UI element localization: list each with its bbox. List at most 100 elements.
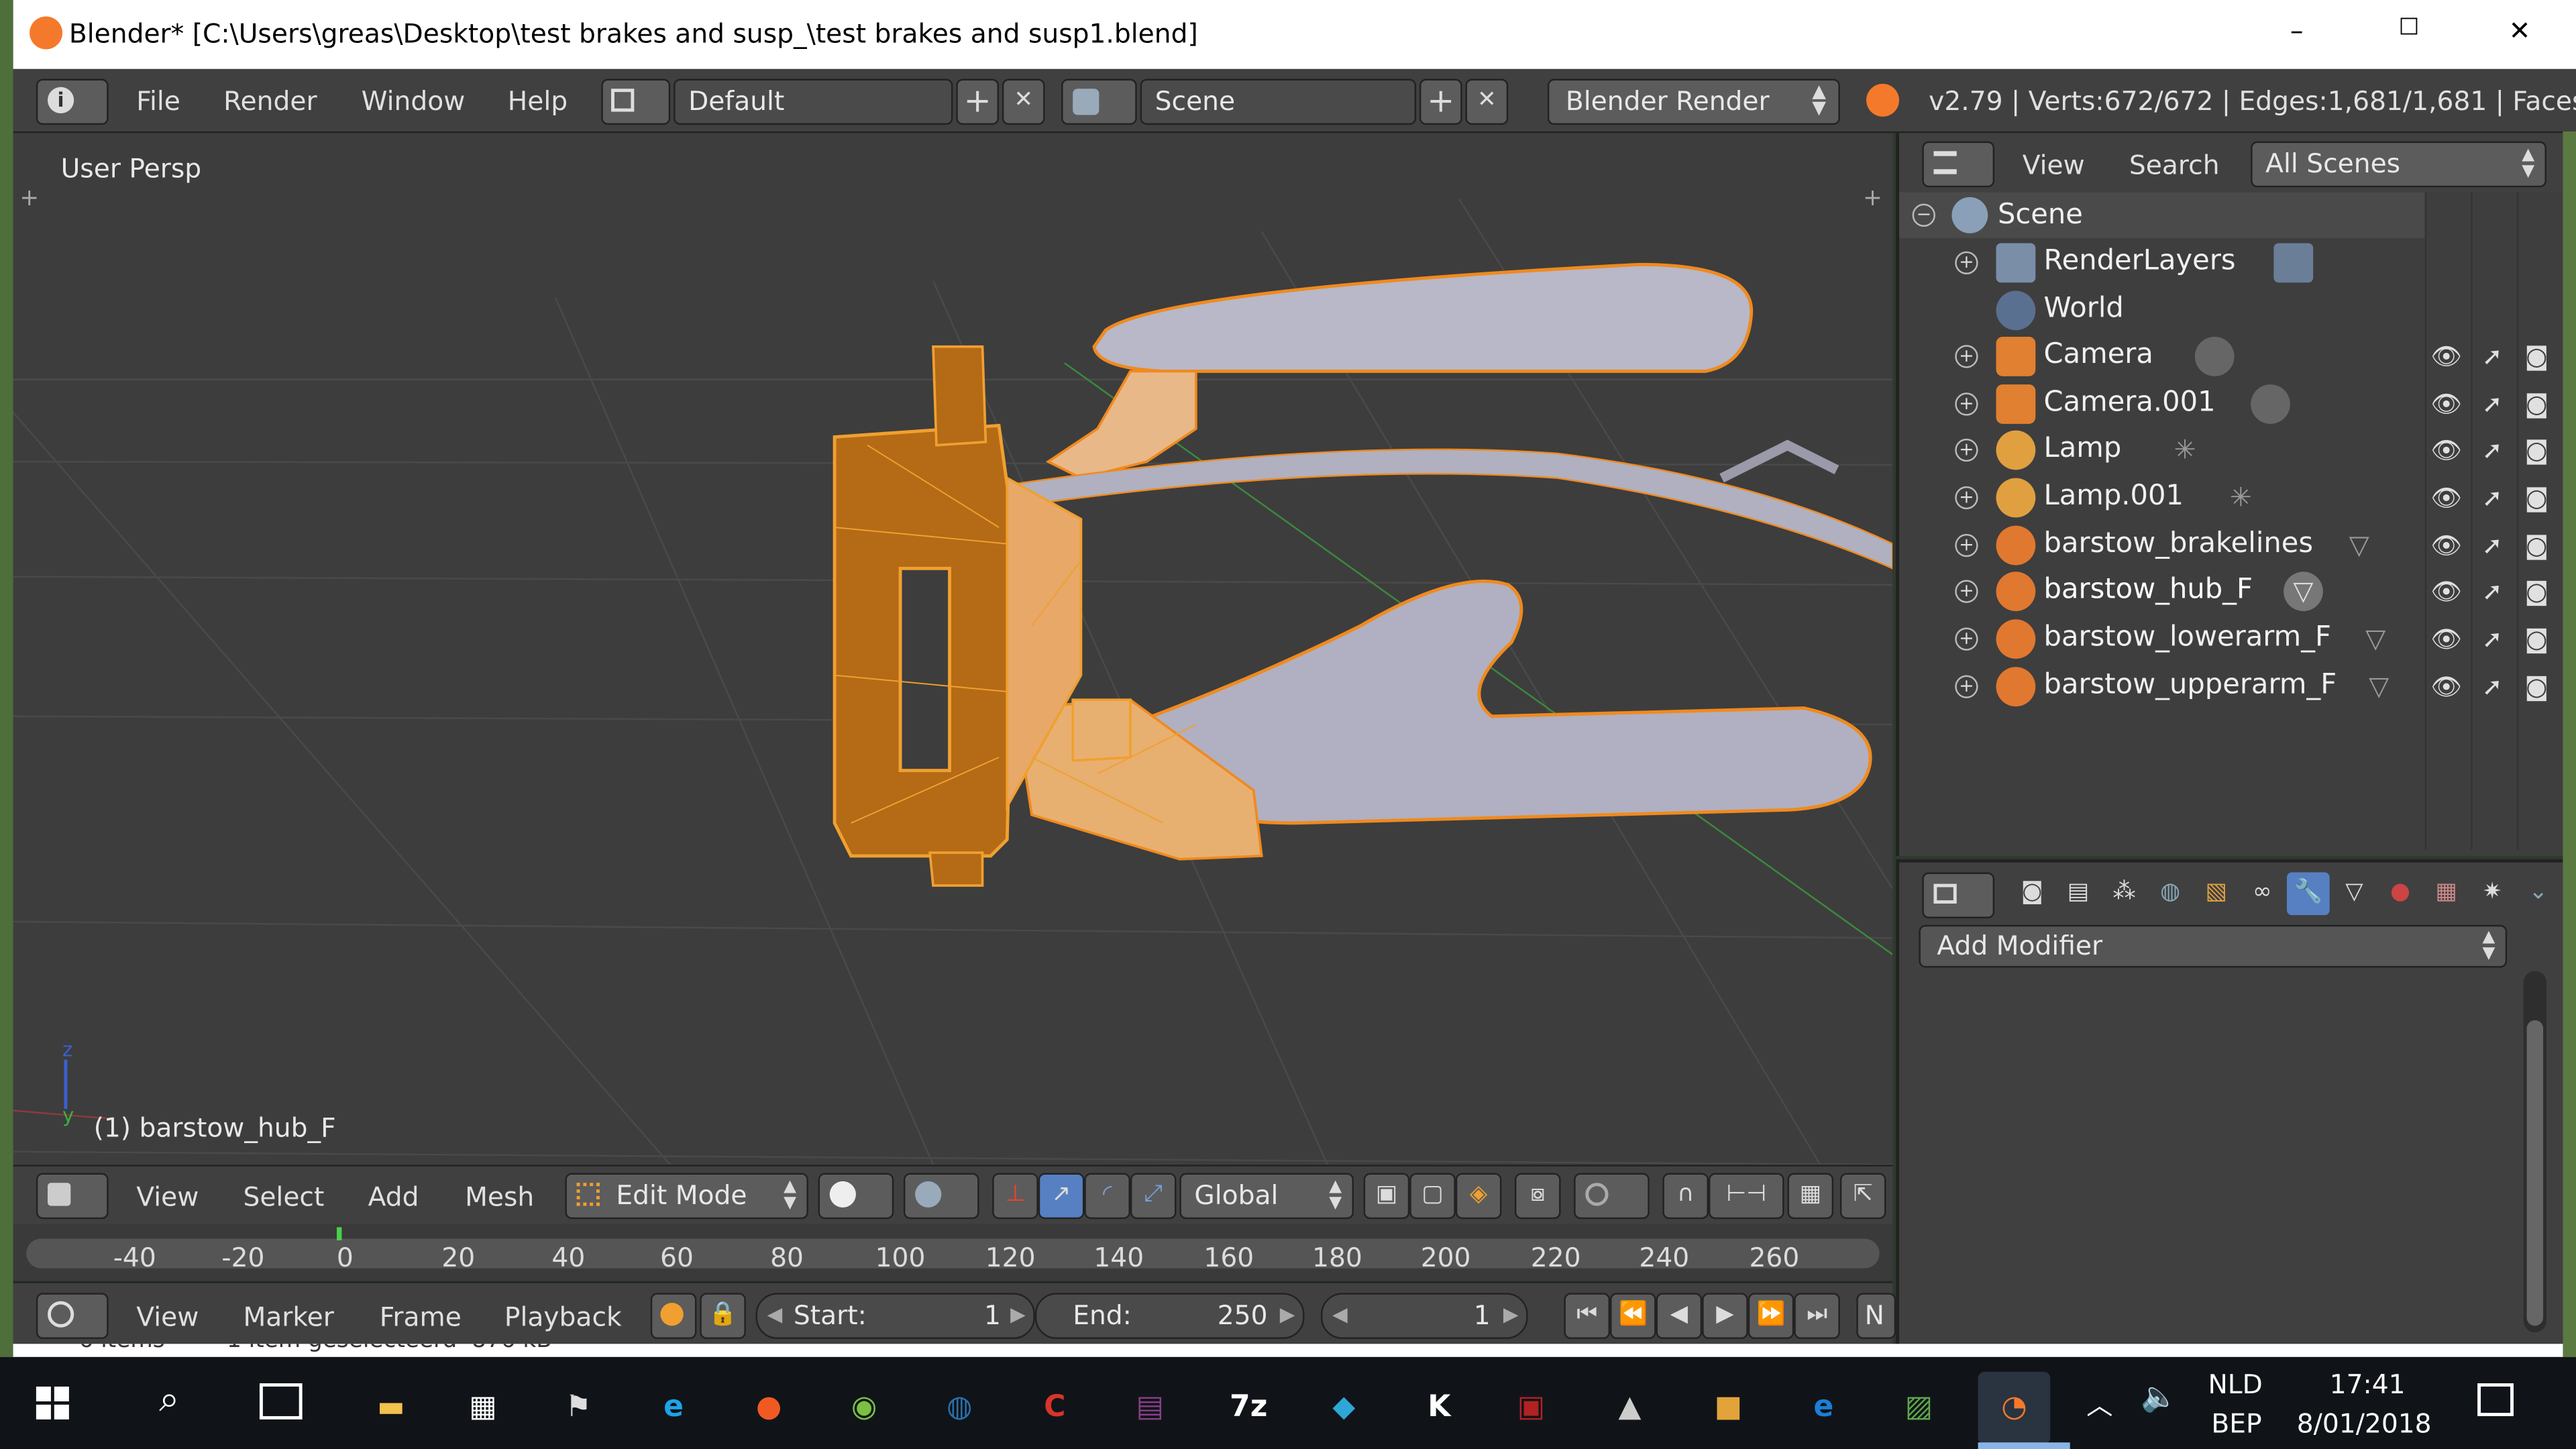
menu-view[interactable]: View: [136, 1301, 199, 1333]
render-engine-select[interactable]: Blender Render ▲ ▼: [1547, 78, 1840, 125]
windows-start-icon[interactable]: [36, 1386, 69, 1419]
add-modifier-select[interactable]: Add Modifier ▲ ▼: [1919, 924, 2508, 968]
modifiers-tab-wrench-icon[interactable]: 🔧: [2287, 872, 2330, 916]
scroll-thumb[interactable]: [2526, 1020, 2544, 1326]
jump-keyframe-forward-button[interactable]: ⏩: [1748, 1293, 1794, 1339]
end-frame-field[interactable]: End: 250 ▶: [1034, 1293, 1305, 1339]
selectable-cursor-icon[interactable]: ➚: [2474, 621, 2510, 657]
snap-toggle-button[interactable]: ∩: [1662, 1173, 1709, 1220]
keyboard-layout-indicator[interactable]: BEP: [2211, 1408, 2261, 1440]
timeline-scrollbar[interactable]: [26, 1238, 1880, 1269]
renderable-camera-icon[interactable]: ◙: [2518, 386, 2555, 423]
menu-add[interactable]: Add: [368, 1181, 419, 1213]
selectable-cursor-icon[interactable]: ➚: [2474, 432, 2510, 468]
menu-window[interactable]: Window: [362, 85, 466, 117]
editor-type-3d-button[interactable]: [36, 1173, 109, 1220]
opengl-render-button[interactable]: ▦: [1787, 1173, 1834, 1220]
visibility-eye-icon[interactable]: 👁: [2428, 386, 2465, 423]
close-button[interactable]: ✕: [2509, 15, 2531, 46]
edge-select-button[interactable]: ▢: [1409, 1173, 1456, 1220]
jump-start-button[interactable]: ⏮: [1564, 1293, 1611, 1339]
snap-element-select[interactable]: ⊢⊣: [1708, 1173, 1784, 1220]
ccleaner-icon[interactable]: C: [1018, 1372, 1091, 1444]
store-icon[interactable]: ▦: [447, 1372, 519, 1444]
face-select-button[interactable]: ◈: [1455, 1173, 1502, 1220]
maximize-button[interactable]: ☐: [2399, 15, 2420, 41]
start-frame-field[interactable]: ◀ Start: 1 ▶: [755, 1293, 1035, 1339]
current-frame-field[interactable]: ◀ 1 ▶: [1320, 1293, 1528, 1339]
razer-icon[interactable]: ◉: [828, 1372, 900, 1444]
visibility-eye-icon[interactable]: 👁: [2428, 432, 2465, 468]
jump-end-button[interactable]: ⏭: [1794, 1293, 1840, 1339]
outliner-item-world[interactable]: World: [1906, 288, 2422, 334]
corsair-icon[interactable]: ⚑: [542, 1372, 614, 1444]
file-explorer-icon[interactable]: ▬: [355, 1372, 427, 1444]
kodi-icon[interactable]: ◆: [1307, 1372, 1380, 1444]
expand-icon[interactable]: +: [1955, 438, 1978, 462]
editor-type-outliner-button[interactable]: [1922, 141, 1995, 188]
action-center-icon[interactable]: [2477, 1383, 2514, 1417]
menu-render[interactable]: Render: [223, 85, 317, 117]
clock-time[interactable]: 17:41: [2330, 1368, 2406, 1400]
origin-icon[interactable]: ●: [733, 1372, 805, 1444]
scene-name-field[interactable]: Scene: [1140, 78, 1417, 125]
keying-set-button[interactable]: N: [1856, 1293, 1896, 1339]
search-icon[interactable]: ⌕: [148, 1380, 191, 1423]
aorus-icon[interactable]: ▲: [1594, 1372, 1666, 1444]
menu-file[interactable]: File: [136, 85, 180, 117]
menu-view[interactable]: View: [136, 1181, 199, 1213]
play-reverse-button[interactable]: ◀: [1656, 1293, 1703, 1339]
scene-type-button[interactable]: [1061, 78, 1137, 125]
renderable-camera-icon[interactable]: ◙: [2518, 432, 2555, 468]
particles-tab-icon[interactable]: ✷: [2471, 872, 2514, 915]
selectable-cursor-icon[interactable]: ➚: [2474, 527, 2510, 564]
renderable-camera-icon[interactable]: ◙: [2518, 621, 2555, 657]
vertex-select-button[interactable]: ▣: [1363, 1173, 1410, 1220]
expand-icon[interactable]: +: [1955, 580, 1978, 603]
collapse-icon[interactable]: −: [1912, 203, 1935, 227]
outliner-item-camera[interactable]: + Camera: [1906, 333, 2422, 380]
scale-manipulator-button[interactable]: ⤢: [1130, 1173, 1177, 1220]
editor-type-timeline-button[interactable]: [36, 1293, 109, 1339]
scene-tab-icon[interactable]: ⁂: [2103, 872, 2146, 915]
object-tab-icon[interactable]: ▧: [2195, 872, 2238, 915]
blender-icon[interactable]: ◔: [1978, 1371, 2051, 1444]
edge-icon[interactable]: e: [1788, 1372, 1860, 1444]
renderable-camera-icon[interactable]: ◙: [2518, 574, 2555, 610]
render-layers-tab-icon[interactable]: ▤: [2057, 872, 2100, 915]
layout-type-button[interactable]: [601, 78, 671, 125]
selectable-cursor-icon[interactable]: ➚: [2474, 480, 2510, 516]
viewport-3d[interactable]: User Persp + + z y (1) barstow_hub_F: [13, 133, 1893, 1165]
selectable-cursor-icon[interactable]: ➚: [2474, 669, 2510, 705]
menu-search[interactable]: Search: [2129, 150, 2220, 181]
expand-icon[interactable]: +: [1955, 392, 1978, 416]
play-button[interactable]: ▶: [1702, 1293, 1748, 1339]
material-tab-icon[interactable]: ●: [2379, 872, 2422, 915]
outliner-scene-row[interactable]: − Scene: [1899, 192, 2425, 239]
winrar-icon[interactable]: ▤: [1114, 1372, 1186, 1444]
lock-icon[interactable]: 🔒: [700, 1293, 746, 1339]
decrement-icon[interactable]: ◀: [1332, 1303, 1348, 1326]
visibility-eye-icon[interactable]: 👁: [2428, 338, 2465, 374]
data-tab-icon[interactable]: ▽: [2333, 872, 2376, 915]
expand-icon[interactable]: +: [1955, 533, 1978, 557]
viewport-split-left-icon[interactable]: +: [19, 186, 39, 212]
expand-icon[interactable]: +: [1955, 486, 1978, 510]
outliner-item-barstow-upperarm-f[interactable]: + barstow_upperarm_F ▽: [1906, 663, 2422, 710]
selectable-cursor-icon[interactable]: ➚: [2474, 574, 2510, 610]
preview-range-button[interactable]: [650, 1293, 697, 1339]
k-app-icon[interactable]: K: [1403, 1372, 1475, 1444]
office-icon[interactable]: ■: [1692, 1372, 1764, 1444]
outliner-item-camera-001[interactable]: + Camera.001: [1906, 381, 2422, 427]
increment-icon[interactable]: ▶: [1010, 1303, 1026, 1326]
limit-selection-button[interactable]: ⧇: [1514, 1173, 1561, 1220]
proportional-edit-select[interactable]: [1574, 1173, 1650, 1220]
task-view-icon[interactable]: [259, 1383, 303, 1419]
outliner-item-renderlayers[interactable]: + RenderLayers: [1906, 240, 2422, 286]
jump-keyframe-back-button[interactable]: ⏪: [1610, 1293, 1656, 1339]
opengl-anim-button[interactable]: ⇱: [1839, 1173, 1886, 1220]
display-mode-select[interactable]: All Scenes ▲ ▼: [2251, 141, 2546, 188]
outliner-item-lamp[interactable]: + Lamp ✳: [1906, 427, 2422, 474]
translate-manipulator-button[interactable]: ↗: [1038, 1173, 1085, 1220]
visibility-eye-icon[interactable]: 👁: [2428, 621, 2465, 657]
